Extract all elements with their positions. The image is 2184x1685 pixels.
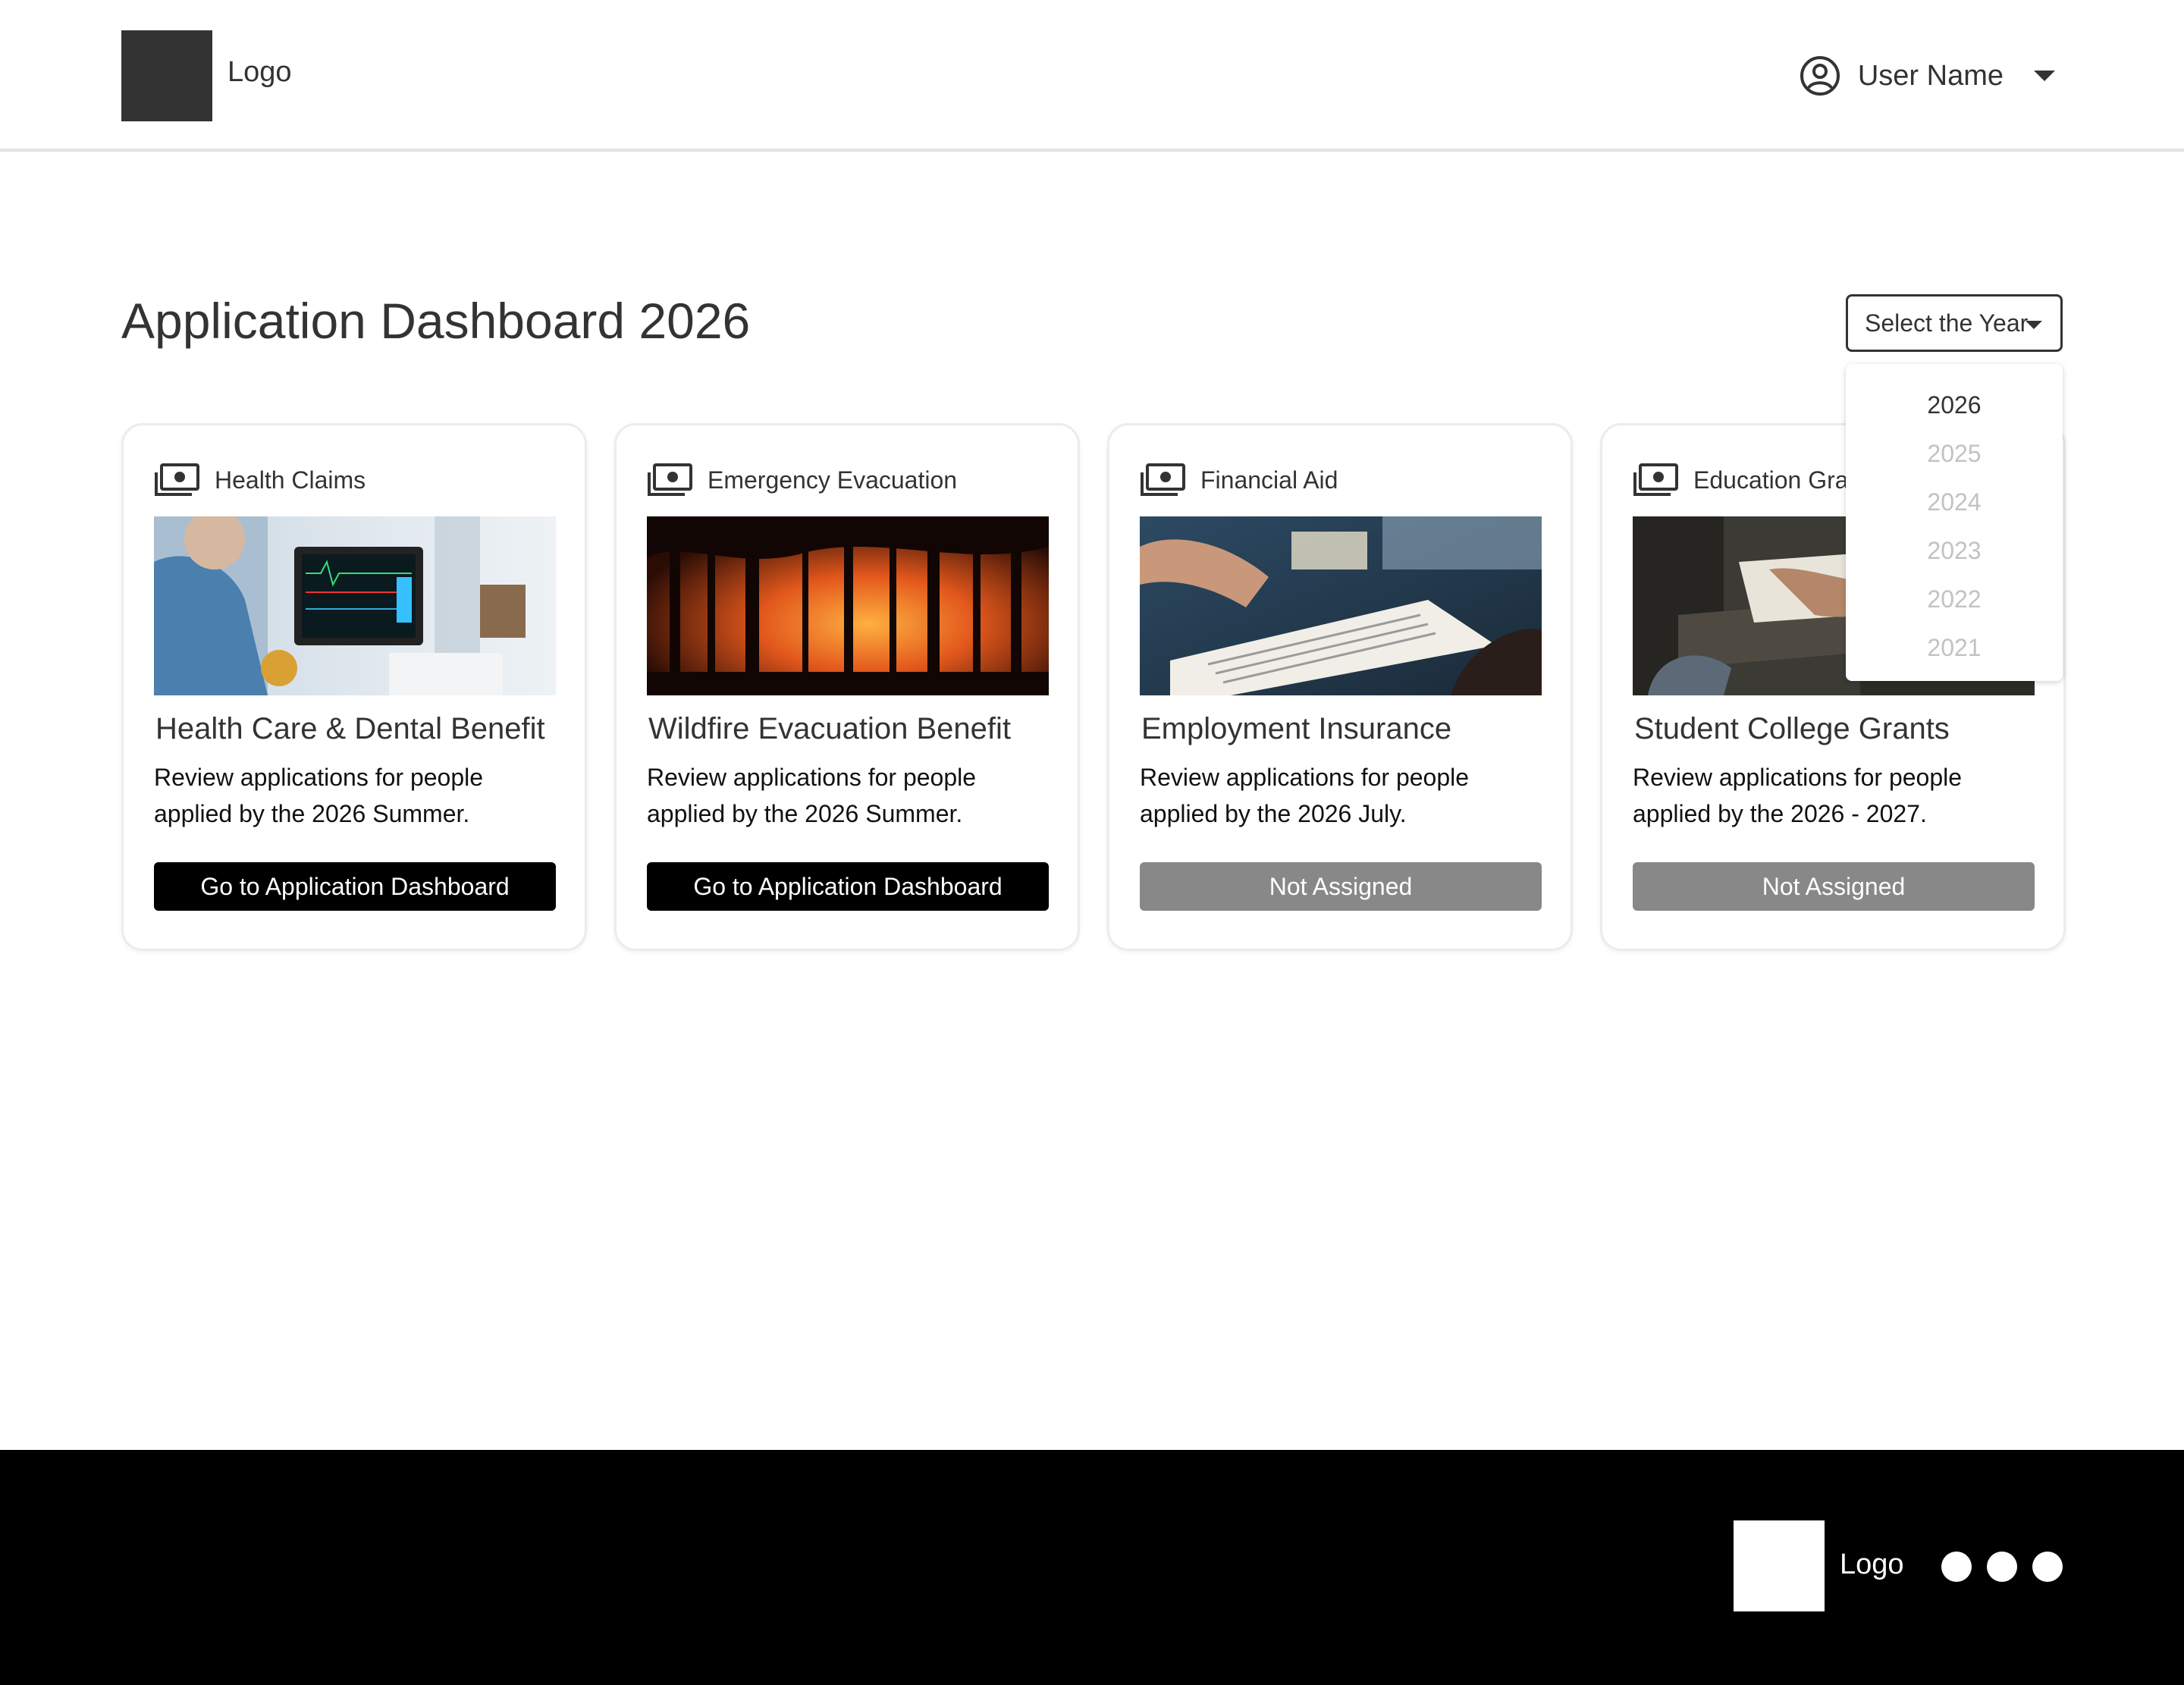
money-bills-icon: [155, 463, 199, 496]
logo-image[interactable]: [121, 30, 212, 121]
year-dropdown-menu: 2026 2025 2024 2023 2022 2021: [1846, 364, 2063, 681]
card-category: Financial Aid: [1140, 463, 1338, 497]
year-option[interactable]: 2022: [1846, 575, 2063, 623]
category-label: Health Claims: [215, 466, 366, 494]
card-description: Review applications for people applied b…: [647, 764, 977, 827]
site-header: Logo User Name: [0, 0, 2184, 152]
category-label: Financial Aid: [1200, 466, 1338, 494]
user-circle-icon: [1800, 56, 1840, 96]
program-card-health: Health Claims Health Care & Dental Benef…: [121, 423, 587, 951]
card-title: Student College Grants: [1634, 712, 1950, 745]
year-option[interactable]: 2025: [1846, 429, 2063, 478]
site-footer: Logo: [0, 1450, 2184, 1685]
card-category: Health Claims: [154, 463, 366, 497]
footer-logo-image[interactable]: [1734, 1520, 1825, 1611]
program-card-evacuation: Emergency Evacuation Wildfire Evacuation…: [614, 423, 1080, 951]
caret-down-icon: [2026, 321, 2042, 329]
page-title: Application Dashboard 2026: [121, 293, 751, 349]
go-to-dashboard-button[interactable]: Go to Application Dashboard: [154, 862, 556, 911]
money-bills-icon: [648, 463, 692, 496]
paperwork-signing-photo: [1140, 516, 1542, 695]
caret-down-icon[interactable]: [2034, 71, 2055, 81]
card-title: Wildfire Evacuation Benefit: [648, 712, 1012, 745]
year-option[interactable]: 2021: [1846, 623, 2063, 672]
year-select-label: Select the Year: [1865, 309, 2029, 337]
program-card-financial-aid: Financial Aid Employment Insurance Revie…: [1107, 423, 1573, 951]
year-option[interactable]: 2024: [1846, 478, 2063, 526]
card-category: Emergency Evacuation: [647, 463, 957, 497]
card-title: Employment Insurance: [1141, 712, 1452, 745]
hospital-monitor-photo: [154, 516, 556, 695]
social-circle-icon[interactable]: [2032, 1552, 2063, 1582]
year-select[interactable]: Select the Year: [1846, 294, 2063, 352]
not-assigned-button[interactable]: Not Assigned: [1633, 862, 2035, 911]
card-description: Review applications for people applied b…: [1140, 764, 1470, 827]
user-menu[interactable]: User Name: [1799, 53, 2055, 99]
card-category: Education Grants: [1633, 463, 1881, 497]
social-circle-icon[interactable]: [1987, 1552, 2017, 1582]
money-bills-icon: [1141, 463, 1185, 496]
not-assigned-button[interactable]: Not Assigned: [1140, 862, 1542, 911]
forest-wildfire-photo: [647, 516, 1049, 695]
category-label: Emergency Evacuation: [708, 466, 958, 494]
year-option[interactable]: 2023: [1846, 526, 2063, 575]
card-title: Health Care & Dental Benefit: [155, 712, 545, 745]
money-bills-icon: [1633, 463, 1678, 496]
card-description: Review applications for people applied b…: [154, 764, 484, 827]
card-description: Review applications for people applied b…: [1633, 764, 1963, 827]
year-option[interactable]: 2026: [1846, 381, 2063, 429]
logo-text[interactable]: Logo: [228, 56, 292, 89]
footer-logo-text[interactable]: Logo: [1840, 1549, 1904, 1581]
go-to-dashboard-button[interactable]: Go to Application Dashboard: [647, 862, 1049, 911]
social-circle-icon[interactable]: [1941, 1552, 1972, 1582]
user-name: User Name: [1857, 59, 2004, 92]
